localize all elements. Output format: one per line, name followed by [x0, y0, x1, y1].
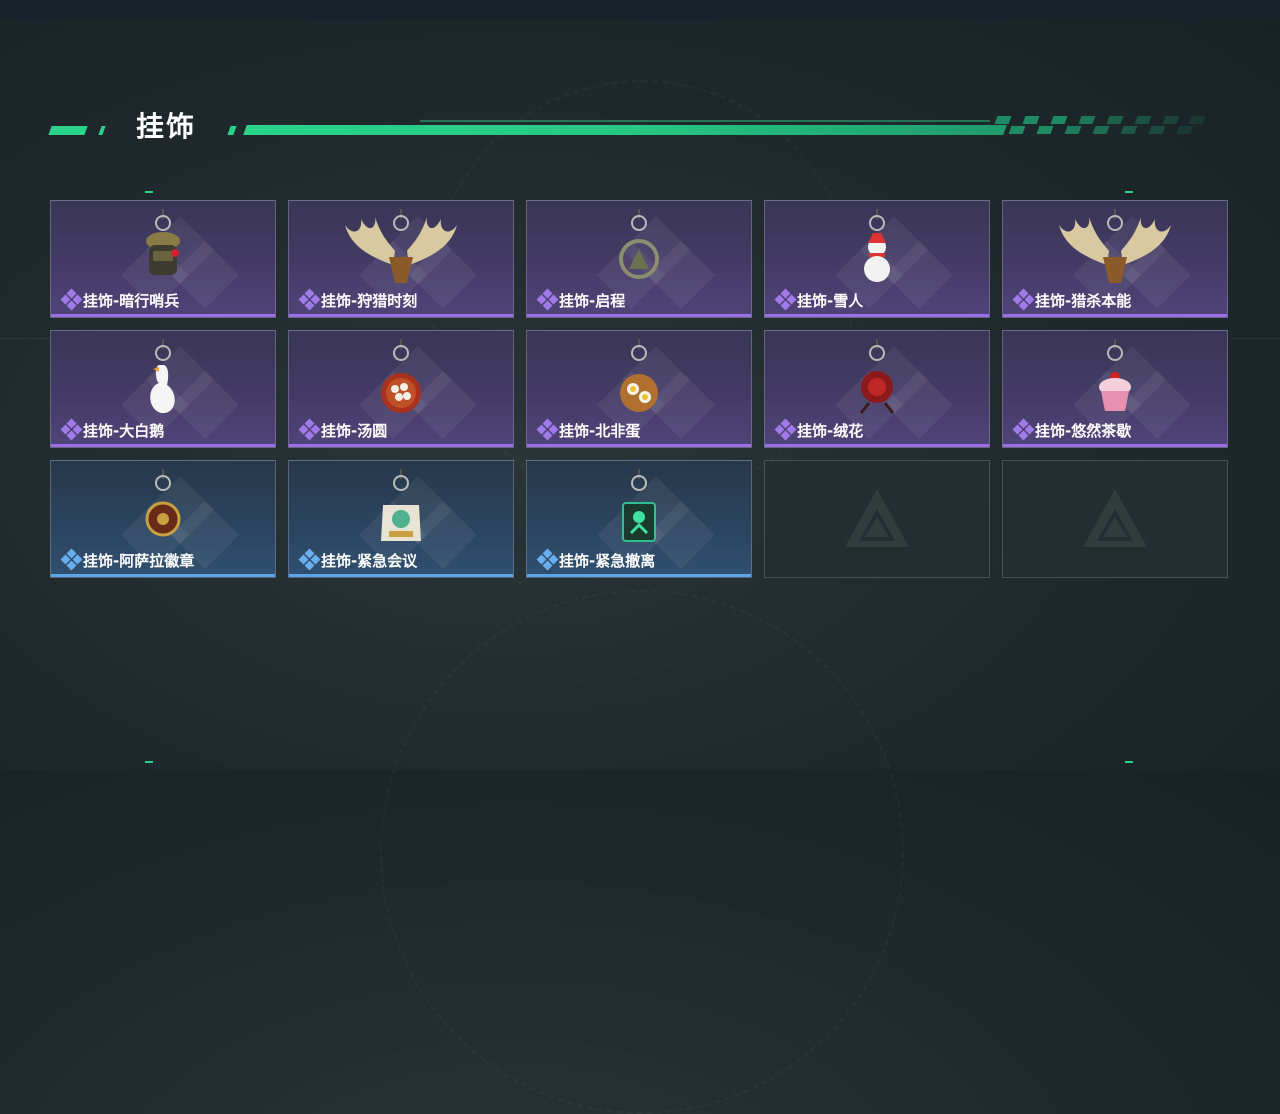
- meeting-charm-icon: [381, 469, 421, 541]
- corner-tick: [1125, 761, 1133, 763]
- medallion-charm-icon: [619, 209, 659, 279]
- rarity-strip: [527, 314, 751, 317]
- charm-card[interactable]: 挂饰-紧急会议: [288, 460, 514, 578]
- shakshuka-charm-icon: [620, 339, 658, 412]
- charm-card[interactable]: 挂饰-狩猎时刻: [288, 200, 514, 318]
- charm-name: 挂饰-悠然茶歇: [1035, 422, 1132, 440]
- charm-card[interactable]: 挂饰-猎杀本能: [1002, 200, 1228, 318]
- rarity-diamond-icon: [1012, 418, 1035, 441]
- rarity-strip: [1003, 444, 1227, 447]
- rarity-diamond-icon: [774, 418, 797, 441]
- header-accent-bar: [227, 126, 237, 135]
- rarity-strip: [765, 314, 989, 317]
- flower-charm-icon: [859, 339, 895, 414]
- charm-card[interactable]: 挂饰-大白鹅: [50, 330, 276, 448]
- rarity-diamond-icon: [298, 418, 321, 441]
- cupcake-charm-icon: [1099, 339, 1131, 411]
- charm-name: 挂饰-阿萨拉徽章: [83, 552, 195, 570]
- empty-slot[interactable]: [1002, 460, 1228, 578]
- rarity-diamond-icon: [1012, 288, 1035, 311]
- rarity-strip: [289, 444, 513, 447]
- top-bar: [0, 0, 1280, 20]
- charm-name: 挂饰-北非蛋: [559, 422, 641, 440]
- charm-name: 挂饰-暗行哨兵: [83, 292, 180, 310]
- evac-charm-icon: [622, 469, 656, 542]
- rarity-diamond-icon: [60, 418, 83, 441]
- charm-card[interactable]: 挂饰-汤圆: [288, 330, 514, 448]
- charm-card[interactable]: 挂饰-暗行哨兵: [50, 200, 276, 318]
- rarity-strip: [51, 574, 275, 577]
- charm-name: 挂饰-猎杀本能: [1035, 292, 1132, 310]
- rarity-diamond-icon: [60, 288, 83, 311]
- rarity-diamond-icon: [536, 288, 559, 311]
- bowl-charm-icon: [381, 339, 421, 413]
- charm-name: 挂饰-绒花: [797, 422, 864, 440]
- corner-tick: [145, 191, 153, 193]
- snowman-charm-icon: [864, 209, 890, 282]
- charm-name: 挂饰-紧急会议: [321, 552, 418, 570]
- rarity-diamond-icon: [60, 548, 83, 571]
- section-title: 挂饰: [136, 110, 197, 143]
- charm-name: 挂饰-紧急撤离: [559, 552, 656, 570]
- rarity-diamond-icon: [774, 288, 797, 311]
- antlers-charm-icon: [1059, 209, 1171, 283]
- charm-card[interactable]: 挂饰-阿萨拉徽章: [50, 460, 276, 578]
- header-thin-line: [420, 120, 990, 122]
- rarity-strip: [289, 574, 513, 577]
- goose-charm-icon: [150, 339, 175, 414]
- rarity-strip: [765, 444, 989, 447]
- header-checker-pattern: [992, 116, 1206, 136]
- header-accent-bar: [48, 126, 88, 135]
- rarity-strip: [289, 314, 513, 317]
- badge-charm-icon: [145, 469, 181, 537]
- rarity-strip: [51, 314, 275, 317]
- rarity-strip: [527, 574, 751, 577]
- left-divider: [0, 338, 50, 339]
- rarity-diamond-icon: [536, 548, 559, 571]
- charm-card[interactable]: 挂饰-雪人: [764, 200, 990, 318]
- corner-tick: [1125, 191, 1133, 193]
- rarity-diamond-icon: [298, 288, 321, 311]
- antlers-charm-icon: [345, 209, 457, 283]
- charm-card[interactable]: 挂饰-北非蛋: [526, 330, 752, 448]
- charm-card[interactable]: 挂饰-启程: [526, 200, 752, 318]
- right-divider: [1230, 338, 1280, 339]
- charm-name: 挂饰-汤圆: [321, 422, 388, 440]
- rarity-strip: [527, 444, 751, 447]
- charm-name: 挂饰-启程: [559, 292, 626, 310]
- charm-card[interactable]: 挂饰-绒花: [764, 330, 990, 448]
- rarity-strip: [51, 444, 275, 447]
- charm-name: 挂饰-大白鹅: [83, 422, 165, 440]
- empty-slot[interactable]: [764, 460, 990, 578]
- charm-card[interactable]: 挂饰-紧急撤离: [526, 460, 752, 578]
- game-logo-icon: [1083, 489, 1147, 547]
- game-logo-icon: [845, 489, 909, 547]
- corner-tick: [145, 761, 153, 763]
- charm-card[interactable]: 挂饰-悠然茶歇: [1002, 330, 1228, 448]
- rarity-diamond-icon: [536, 418, 559, 441]
- rarity-strip: [1003, 314, 1227, 317]
- header-accent-bar: [98, 126, 106, 135]
- decorative-ring: [380, 590, 904, 1114]
- soldier-charm-icon: [146, 209, 180, 275]
- charm-name: 挂饰-狩猎时刻: [321, 292, 418, 310]
- charm-name: 挂饰-雪人: [797, 292, 864, 310]
- rarity-diamond-icon: [298, 548, 321, 571]
- header-long-bar: [243, 125, 1007, 135]
